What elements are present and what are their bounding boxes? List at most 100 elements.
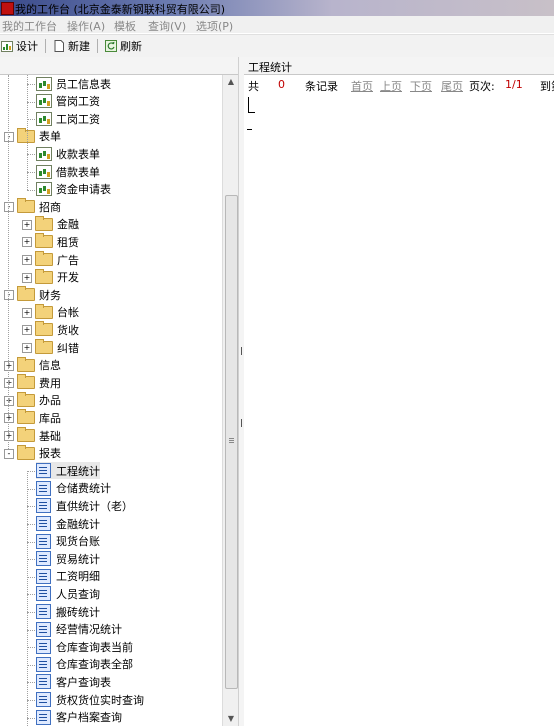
tree-item-label: 仓储费统计: [56, 482, 111, 496]
tree-item[interactable]: 金融: [35, 215, 79, 233]
tree-item-label: 库品: [39, 411, 61, 425]
tree-item[interactable]: 广告: [35, 251, 79, 268]
menu-template[interactable]: 模板: [114, 18, 136, 34]
tree-item[interactable]: 工资明细: [36, 568, 100, 585]
tree-item[interactable]: 现货台账: [36, 533, 100, 550]
tree-item[interactable]: 借款表单: [36, 163, 100, 180]
tree-item-label: 工岗工资: [56, 112, 100, 126]
tree-item[interactable]: 货收: [35, 321, 79, 338]
report-icon: [36, 639, 51, 655]
expand-icon[interactable]: +: [22, 237, 32, 248]
first-page-link[interactable]: 首页: [351, 78, 373, 94]
next-page-link[interactable]: 下页: [410, 78, 432, 94]
collapse-icon[interactable]: -: [4, 448, 14, 459]
folder-icon: [35, 303, 53, 319]
scroll-thumb[interactable]: [225, 195, 238, 689]
tree-item[interactable]: 金融统计: [36, 515, 100, 532]
prev-page-link[interactable]: 上页: [380, 78, 402, 94]
menu-options[interactable]: 选项(P): [196, 18, 233, 34]
tree-item-label: 员工信息表: [56, 77, 111, 91]
pagination-bar: 共 0 条记录 首页 上页 下页 尾页 页次: 1/1 到第: [244, 75, 554, 95]
expand-icon[interactable]: +: [22, 219, 32, 230]
menu-operation[interactable]: 操作(A): [67, 18, 105, 34]
splitter-grip-icon: [241, 347, 242, 427]
tree-item[interactable]: 客户查询表: [36, 673, 111, 690]
tree-item[interactable]: 工岗工资: [36, 110, 100, 127]
tree-item[interactable]: 人员查询: [36, 585, 100, 602]
sheet-icon: [36, 182, 52, 197]
tree-item[interactable]: 搬砖统计: [36, 603, 100, 620]
folder-icon: [17, 286, 35, 302]
folder-icon: [35, 321, 53, 337]
collapse-icon[interactable]: -: [4, 290, 14, 301]
tree-item[interactable]: 表单: [17, 127, 61, 145]
tree-item[interactable]: 工程统计: [36, 462, 100, 480]
tree-scrollbar[interactable]: ▲ ▼: [222, 75, 239, 726]
expand-icon[interactable]: +: [4, 360, 14, 371]
menu-query[interactable]: 查询(V): [148, 18, 186, 34]
scroll-up-arrow[interactable]: ▲: [223, 75, 239, 89]
tree-item[interactable]: 资金申请表: [36, 181, 111, 198]
tree-connector: [27, 612, 35, 613]
tree-item[interactable]: 管岗工资: [36, 93, 100, 110]
expand-icon[interactable]: +: [4, 413, 14, 424]
new-label: 新建: [68, 40, 90, 53]
tree-item[interactable]: 直供统计（老）: [36, 497, 133, 514]
design-button[interactable]: 设计: [1, 38, 38, 54]
tree-item[interactable]: 基础: [17, 427, 61, 444]
tree-item[interactable]: 客户档案查询: [36, 709, 122, 726]
tree-item[interactable]: 库品: [17, 409, 61, 426]
refresh-button[interactable]: 刷新: [105, 38, 142, 54]
tree-connector: [27, 101, 35, 103]
tree-item[interactable]: 财务: [17, 286, 61, 303]
record-count: 0: [278, 78, 285, 91]
tree-item[interactable]: 开发: [35, 268, 79, 286]
tree-item[interactable]: 仓库查询表当前: [36, 638, 133, 655]
tree-item-label: 费用: [39, 376, 61, 390]
tree-item[interactable]: 贸易统计: [36, 550, 100, 567]
tree-item-label: 客户档案查询: [56, 711, 122, 725]
menu-workbench[interactable]: 我的工作台: [2, 18, 57, 34]
window-title: 我的工作台 (北京金泰新钢联科贸有限公司): [15, 3, 226, 16]
tree-item[interactable]: 经营情况统计: [36, 621, 122, 638]
collapse-icon[interactable]: -: [4, 131, 14, 142]
tree-item[interactable]: 仓储费统计: [36, 480, 111, 497]
expand-icon[interactable]: +: [4, 395, 14, 406]
sheet-icon: [36, 164, 52, 179]
tree-connector: [27, 541, 35, 543]
tree-item[interactable]: 纠错: [35, 339, 79, 356]
tree-item[interactable]: 货权货位实时查询: [36, 691, 144, 708]
expand-icon[interactable]: +: [22, 255, 32, 265]
expand-icon[interactable]: +: [22, 307, 32, 318]
new-button[interactable]: 新建: [53, 38, 90, 54]
tree-item[interactable]: 办品: [17, 391, 61, 409]
tree-item-label: 收款表单: [56, 147, 100, 161]
collapse-icon[interactable]: -: [4, 202, 14, 213]
tree-item[interactable]: 租赁: [35, 233, 79, 250]
tree-item[interactable]: 信息: [17, 356, 61, 374]
expand-icon[interactable]: +: [4, 431, 14, 441]
tree-item[interactable]: 仓库查询表全部: [36, 656, 133, 673]
folder-icon: [17, 198, 35, 214]
navigation-header: [0, 57, 238, 75]
tree-item-label: 客户查询表: [56, 675, 111, 689]
last-page-link[interactable]: 尾页: [441, 78, 463, 94]
tree-item[interactable]: 收款表单: [36, 145, 100, 162]
tree-item[interactable]: 员工信息表: [36, 75, 111, 92]
tree-connector: [27, 524, 35, 525]
scroll-down-arrow[interactable]: ▼: [223, 712, 239, 726]
tree-item[interactable]: 报表: [17, 444, 61, 462]
records-label: 条记录: [305, 80, 338, 93]
tree-item[interactable]: 台帐: [35, 303, 79, 321]
tree-item-label: 搬砖统计: [56, 605, 100, 619]
expand-icon[interactable]: +: [4, 378, 14, 389]
tree-connector: [27, 119, 35, 121]
expand-icon[interactable]: +: [22, 272, 32, 283]
tree-item-label: 表单: [39, 130, 61, 144]
expand-icon[interactable]: +: [22, 325, 32, 336]
tree-connector: [27, 154, 35, 156]
expand-icon[interactable]: +: [22, 343, 32, 353]
toolbar: 设计 新建 刷新: [0, 34, 554, 58]
tree-item[interactable]: 费用: [17, 374, 61, 391]
tree-item[interactable]: 招商: [17, 198, 61, 215]
